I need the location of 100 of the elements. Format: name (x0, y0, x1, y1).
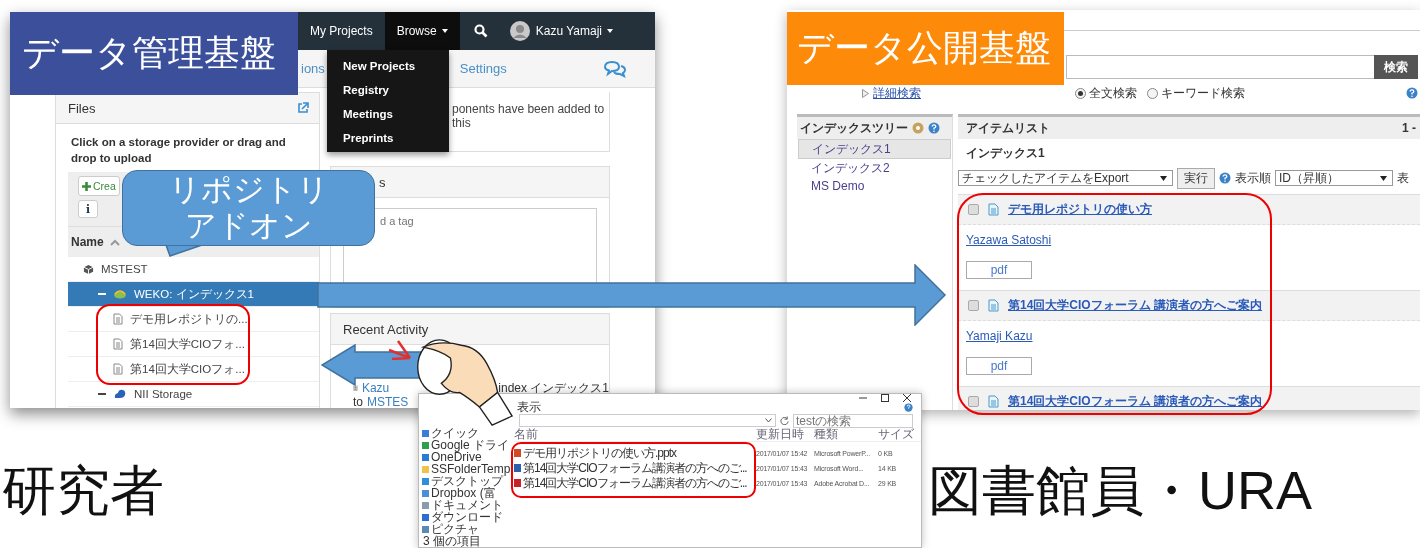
file-name[interactable]: 第14回大学CIOフォーラム講演者の方へのご... (514, 476, 752, 490)
radio-label: キーワード検索 (1161, 84, 1245, 102)
sort-select[interactable]: ID（昇順） (1275, 170, 1393, 186)
nav-link[interactable]: My Projects (298, 12, 385, 50)
index-tree-item[interactable]: インデックス2 (798, 159, 951, 177)
create-folder-button[interactable]: Crea (78, 176, 120, 196)
browse-menu-button[interactable]: Browse (384, 12, 460, 50)
panel-title: s (379, 174, 386, 190)
help-icon[interactable] (1219, 172, 1231, 184)
nav-pane-item[interactable]: クイック (422, 427, 514, 439)
view-menu-tab[interactable]: 表示 (517, 401, 541, 413)
column-header[interactable]: サイズ (878, 427, 921, 441)
radio-button[interactable] (1147, 87, 1158, 99)
status-text: 3 個の項目 (422, 535, 482, 547)
checkbox[interactable] (968, 204, 979, 215)
nav-pane-item[interactable]: Google ドライ (422, 439, 514, 451)
caret-icon (441, 29, 448, 33)
search-field[interactable]: testの検索 (793, 414, 913, 428)
file-name[interactable]: デモ用リポジトリの使い方.pptx (514, 446, 752, 460)
document-icon (988, 299, 999, 312)
sort-label: 表示順 (1235, 169, 1271, 187)
dropdown-arrow-icon (1160, 175, 1167, 181)
components-message: ponents have been added to this (452, 102, 605, 130)
info-button[interactable]: i (78, 200, 98, 218)
file-name[interactable]: 第14回大学CIOフォーラム講演者の方へのご... (514, 461, 752, 475)
column-header[interactable]: 種類 (814, 427, 874, 441)
minimize-icon[interactable] (859, 394, 867, 402)
nav-pane-item[interactable]: ダウンロード (422, 511, 514, 523)
document-icon (113, 338, 123, 350)
collapse-icon[interactable] (98, 290, 106, 298)
author-link[interactable]: Yazawa Satoshi (966, 233, 1052, 247)
triangle-icon (862, 88, 869, 98)
sort-icon[interactable] (109, 238, 120, 246)
file-link[interactable]: pdf (966, 357, 1032, 375)
index-tree-item[interactable]: MS Demo (798, 177, 951, 195)
tree-row[interactable]: 第14回大学CIOフォ... (68, 332, 319, 357)
checkbox[interactable] (968, 300, 979, 311)
avatar-icon[interactable] (509, 21, 530, 41)
close-icon[interactable] (903, 394, 911, 402)
menu-item[interactable]: Registry (327, 81, 449, 105)
tree-row[interactable]: 第14回大学CIOフォ... (68, 357, 319, 382)
user-link[interactable]: Kazu (361, 381, 390, 395)
column-header[interactable]: 名前 (514, 427, 752, 441)
nav-pane-item[interactable]: ピクチャ (422, 523, 514, 535)
help-icon[interactable] (928, 122, 940, 134)
tag-input-field[interactable]: d a tag (343, 208, 597, 284)
radio-button[interactable] (1075, 87, 1086, 99)
collapse-icon[interactable] (98, 390, 106, 398)
user-menu[interactable]: Kazu Yamaji (535, 24, 613, 38)
chevron-down-icon[interactable] (765, 417, 772, 423)
title-banner: データ管理基盤 (10, 12, 298, 95)
nav-pane-item[interactable]: OneDrive (422, 451, 514, 463)
menu-item[interactable]: New Projects (327, 57, 449, 81)
help-icon[interactable] (904, 402, 913, 412)
nav-pane-item[interactable]: デスクトップ (422, 475, 514, 487)
search-icon[interactable] (473, 24, 488, 38)
cube-icon (83, 263, 94, 275)
click-mark-icon (388, 340, 412, 360)
run-button[interactable]: 実行 (1177, 167, 1215, 189)
index-tree-item[interactable]: インデックス1 (798, 139, 951, 159)
maximize-icon[interactable] (881, 394, 889, 402)
menu-item[interactable]: Meetings (327, 105, 449, 129)
column-header[interactable]: 更新日時 (756, 427, 810, 441)
tree-item-label: WEKO: インデックス1 (134, 286, 254, 302)
tree-item-label: 第14回大学CIOフォ... (130, 336, 245, 352)
caret-icon (606, 29, 613, 33)
column-header[interactable]: Name (71, 235, 104, 249)
nav-pane-item[interactable]: ドキュメント (422, 499, 514, 511)
advanced-search-link[interactable]: 詳細検索 (873, 84, 921, 102)
tree-row[interactable]: WEKO: インデックス1 (68, 282, 319, 307)
item-title-link[interactable]: 第14回大学CIOフォーラム 講演者の方へご案内 (1008, 393, 1262, 410)
refresh-icon[interactable] (780, 415, 789, 425)
panel-title: Files (68, 100, 96, 116)
tree-item-label: MSTEST (101, 263, 148, 275)
external-link-icon[interactable] (297, 102, 309, 114)
tree-item-label: デモ用レポジトリの... (130, 311, 248, 327)
dropdown-arrow-icon (1380, 175, 1387, 181)
help-icon[interactable] (1406, 87, 1418, 99)
menu-item[interactable]: Preprints (327, 129, 449, 153)
nav-pane-item[interactable]: SSFolderTemp (422, 463, 514, 475)
gear-icon[interactable] (912, 122, 924, 134)
checkbox[interactable] (968, 396, 979, 407)
project-link[interactable]: MSTES (367, 395, 409, 408)
item-title-link[interactable]: デモ用レポジトリの使い方 (1008, 201, 1152, 218)
item-title-link[interactable]: 第14回大学CIOフォーラム 講演者の方へご案内 (1008, 297, 1262, 314)
storage-icon (113, 388, 127, 400)
search-field[interactable] (1066, 55, 1374, 79)
panel-title: アイテムリスト (966, 119, 1050, 137)
author-link[interactable]: Yamaji Kazu (966, 329, 1033, 343)
document-icon (988, 203, 999, 216)
nav-pane-item[interactable]: Dropbox (富 (422, 487, 514, 499)
file-link[interactable]: pdf (966, 261, 1032, 279)
search-button[interactable]: 検索 (1374, 55, 1418, 79)
tree-row[interactable]: NII Storage (68, 382, 319, 407)
action-select[interactable]: チェックしたアイテムをExport (958, 170, 1173, 186)
activity-text: index インデックス1 (498, 379, 609, 397)
chat-icon[interactable] (603, 59, 627, 78)
tree-row[interactable]: デモ用レポジトリの... (68, 307, 319, 332)
document-icon (113, 363, 123, 375)
tree-item-label: 第14回大学CIOフォ... (130, 361, 245, 377)
